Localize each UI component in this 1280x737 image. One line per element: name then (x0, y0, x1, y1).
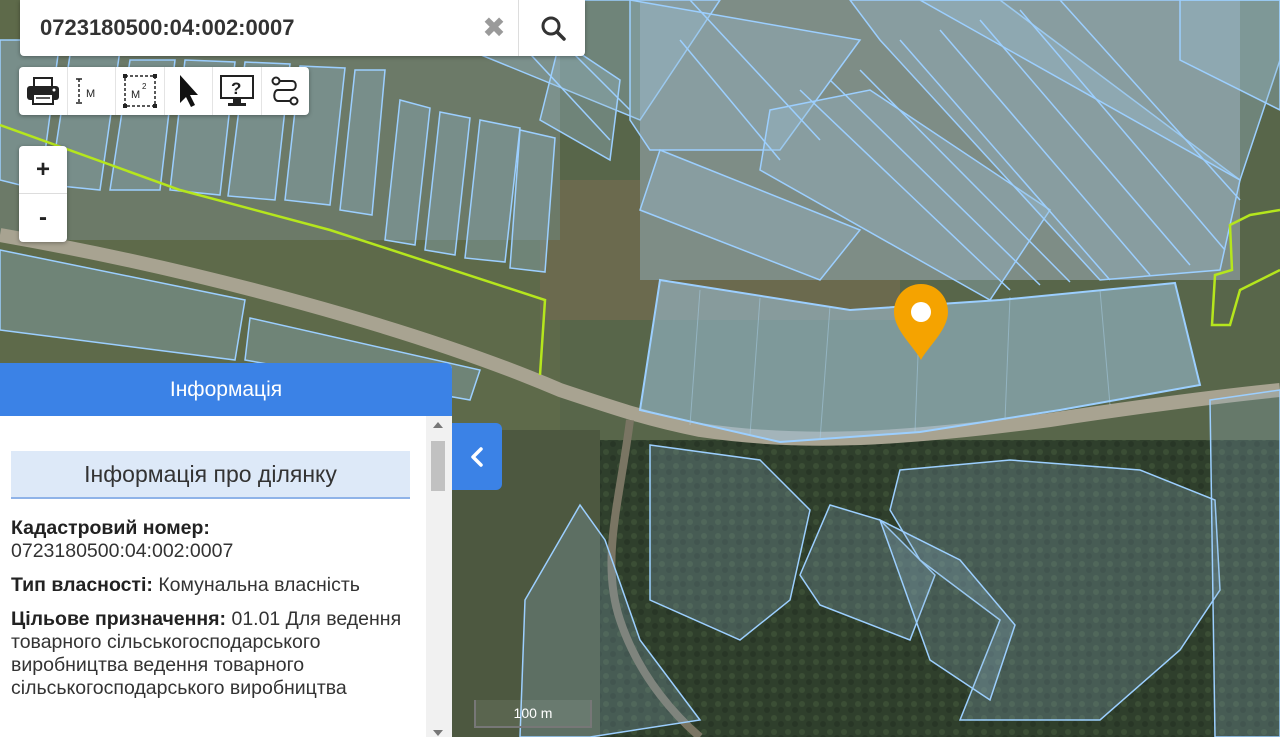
help-icon: ? (219, 75, 254, 106)
cadastral-number-label: Кадастровий номер: (11, 517, 210, 539)
select-button[interactable] (165, 67, 213, 115)
info-scrollbar[interactable] (426, 416, 452, 737)
search-input[interactable] (20, 0, 480, 56)
search-button[interactable] (518, 0, 586, 56)
zoom-control: + - (19, 146, 67, 242)
info-panel-title: Інформація (0, 363, 452, 416)
scroll-down-icon[interactable] (433, 730, 443, 736)
ownership-type-value: Комунальна власність (158, 574, 360, 596)
svg-text:?: ? (231, 79, 241, 98)
zoom-in-button[interactable]: + (19, 146, 67, 194)
print-button[interactable] (19, 67, 68, 115)
help-button[interactable]: ? (213, 67, 262, 115)
route-button[interactable] (262, 67, 310, 115)
scroll-thumb[interactable] (431, 441, 445, 491)
search-bar: ✖ (20, 0, 585, 56)
print-icon (26, 77, 59, 105)
measure-area-sup: 2 (142, 82, 147, 91)
purpose-label: Цільове призначення: (11, 608, 227, 630)
scroll-up-icon[interactable] (433, 422, 443, 428)
route-icon (271, 76, 299, 106)
map-toolbar: M M 2 ? (19, 67, 309, 115)
collapse-panel-button[interactable] (452, 423, 502, 490)
parcel-info-heading: Інформація про ділянку (11, 451, 410, 499)
cadastral-number-value: 0723180500:04:002:0007 (11, 540, 234, 562)
measure-area-label: M (131, 89, 140, 101)
measure-area-icon: M 2 (122, 74, 157, 108)
measure-area-button[interactable]: M 2 (116, 67, 165, 115)
pointer-icon (180, 75, 199, 107)
ownership-type-label: Тип власності: (11, 574, 153, 596)
measure-distance-label: M (86, 88, 95, 100)
info-panel-body: Інформація про ділянку Кадастровий номер… (0, 416, 426, 737)
search-icon (541, 16, 566, 41)
measure-distance-icon: M (76, 78, 95, 104)
scale-bar: 100 m (474, 700, 592, 728)
parcel-details: Кадастровий номер: 0723180500:04:002:000… (11, 517, 411, 700)
zoom-out-button[interactable]: - (19, 194, 67, 241)
close-icon[interactable]: ✖ (476, 10, 512, 46)
info-panel: Інформація Інформація про ділянку Кадаст… (0, 363, 452, 737)
measure-distance-button[interactable]: M (68, 67, 116, 115)
chevron-left-icon (471, 446, 483, 467)
